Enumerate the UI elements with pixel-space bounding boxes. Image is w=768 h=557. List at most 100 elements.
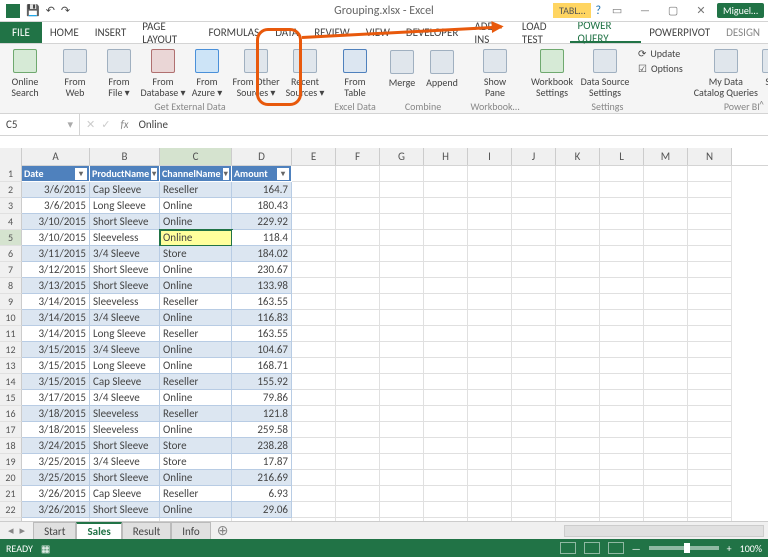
empty-cell[interactable]	[380, 438, 424, 454]
empty-cell[interactable]	[424, 278, 468, 294]
empty-cell[interactable]	[424, 182, 468, 198]
empty-cell[interactable]	[556, 246, 600, 262]
table-cell[interactable]: 3/26/2015	[22, 486, 90, 502]
table-cell[interactable]: 3/10/2015	[22, 214, 90, 230]
empty-cell[interactable]	[600, 390, 644, 406]
empty-cell[interactable]	[468, 502, 512, 518]
table-cell[interactable]: 3/15/2015	[22, 358, 90, 374]
table-cell[interactable]: 17.87	[232, 454, 292, 470]
empty-cell[interactable]	[424, 406, 468, 422]
empty-cell[interactable]	[468, 278, 512, 294]
zoom-in-icon[interactable]: +	[727, 542, 732, 555]
page-layout-view-icon[interactable]	[584, 542, 600, 554]
empty-cell[interactable]	[468, 246, 512, 262]
sign-in-button[interactable]: SignIn	[759, 45, 768, 100]
tab-formulas[interactable]: FORMULAS	[200, 22, 267, 43]
table-cell[interactable]: 3/15/2015	[22, 374, 90, 390]
empty-cell[interactable]	[688, 342, 732, 358]
empty-cell[interactable]	[512, 262, 556, 278]
empty-cell[interactable]	[644, 486, 688, 502]
table-cell[interactable]: Online	[160, 358, 232, 374]
table-cell[interactable]: 259.58	[232, 422, 292, 438]
empty-cell[interactable]	[380, 230, 424, 246]
table-cell[interactable]: 121.8	[232, 406, 292, 422]
row-header[interactable]: 2	[0, 182, 22, 198]
empty-cell[interactable]	[600, 358, 644, 374]
empty-cell[interactable]	[556, 406, 600, 422]
empty-cell[interactable]	[644, 390, 688, 406]
name-box[interactable]: C5▾	[0, 114, 80, 135]
empty-cell[interactable]	[336, 198, 380, 214]
row-header[interactable]: 17	[0, 422, 22, 438]
empty-cell[interactable]	[512, 294, 556, 310]
row-header[interactable]: 5	[0, 230, 22, 246]
update-button[interactable]: ⟳Update	[638, 47, 683, 60]
sheet-tab-sales[interactable]: Sales	[76, 522, 121, 539]
sheet-tab-info[interactable]: Info	[171, 522, 210, 539]
empty-cell[interactable]	[336, 358, 380, 374]
empty-cell[interactable]	[292, 278, 336, 294]
empty-cell[interactable]	[688, 182, 732, 198]
table-cell[interactable]: 238.28	[232, 438, 292, 454]
empty-cell[interactable]	[424, 390, 468, 406]
table-header[interactable]: Amount▾	[232, 166, 292, 182]
empty-cell[interactable]	[512, 502, 556, 518]
empty-cell[interactable]	[468, 406, 512, 422]
table-cell[interactable]: 3/18/2015	[22, 422, 90, 438]
empty-cell[interactable]	[380, 406, 424, 422]
table-cell[interactable]: Online	[160, 214, 232, 230]
empty-cell[interactable]	[688, 246, 732, 262]
empty-cell[interactable]	[336, 262, 380, 278]
empty-cell[interactable]	[336, 214, 380, 230]
empty-cell[interactable]	[556, 214, 600, 230]
options-button[interactable]: ☑Options	[638, 62, 683, 75]
empty-cell[interactable]	[380, 358, 424, 374]
empty-cell[interactable]	[336, 470, 380, 486]
table-cell[interactable]: Online	[160, 470, 232, 486]
table-cell[interactable]: 3/4 Sleeve	[90, 342, 160, 358]
table-header[interactable]: ChannelName▾	[160, 166, 232, 182]
horizontal-scrollbar[interactable]	[564, 525, 764, 537]
table-cell[interactable]: 3/4 Sleeve	[90, 246, 160, 262]
empty-cell[interactable]	[380, 262, 424, 278]
row-header[interactable]: 4	[0, 214, 22, 230]
empty-cell[interactable]	[424, 502, 468, 518]
empty-cell[interactable]	[688, 390, 732, 406]
empty-cell[interactable]	[556, 502, 600, 518]
empty-cell[interactable]	[336, 486, 380, 502]
tab-file[interactable]: FILE	[0, 22, 42, 43]
tab-home[interactable]: HOME	[42, 22, 87, 43]
table-cell[interactable]: Sleeveless	[90, 230, 160, 246]
table-cell[interactable]: Cap Sleeve	[90, 486, 160, 502]
empty-cell[interactable]	[336, 406, 380, 422]
table-cell[interactable]: 3/18/2015	[22, 406, 90, 422]
empty-cell[interactable]	[336, 326, 380, 342]
select-all-corner[interactable]	[0, 148, 22, 166]
empty-cell[interactable]	[292, 326, 336, 342]
empty-cell[interactable]	[336, 246, 380, 262]
workbook-settings-button[interactable]: WorkbookSettings	[528, 45, 576, 100]
column-header[interactable]: K	[556, 148, 600, 165]
row-header[interactable]: 11	[0, 326, 22, 342]
empty-cell[interactable]	[556, 326, 600, 342]
empty-cell[interactable]	[292, 502, 336, 518]
append-button[interactable]: Append	[422, 46, 462, 90]
empty-cell[interactable]	[688, 486, 732, 502]
filter-dropdown-icon[interactable]: ▾	[151, 168, 157, 180]
row-header[interactable]: 13	[0, 358, 22, 374]
empty-cell[interactable]	[644, 246, 688, 262]
empty-cell[interactable]	[292, 438, 336, 454]
empty-cell[interactable]	[644, 198, 688, 214]
empty-cell[interactable]	[336, 374, 380, 390]
enter-formula-icon[interactable]: ✓	[101, 118, 110, 131]
table-cell[interactable]: 133.98	[232, 278, 292, 294]
empty-cell[interactable]	[644, 230, 688, 246]
empty-cell[interactable]	[644, 278, 688, 294]
table-cell[interactable]: Reseller	[160, 374, 232, 390]
empty-cell[interactable]	[424, 358, 468, 374]
column-header[interactable]: D	[232, 148, 292, 165]
empty-cell[interactable]	[336, 390, 380, 406]
table-cell[interactable]: 3/10/2015	[22, 230, 90, 246]
empty-cell[interactable]	[600, 182, 644, 198]
empty-cell[interactable]	[512, 166, 556, 182]
